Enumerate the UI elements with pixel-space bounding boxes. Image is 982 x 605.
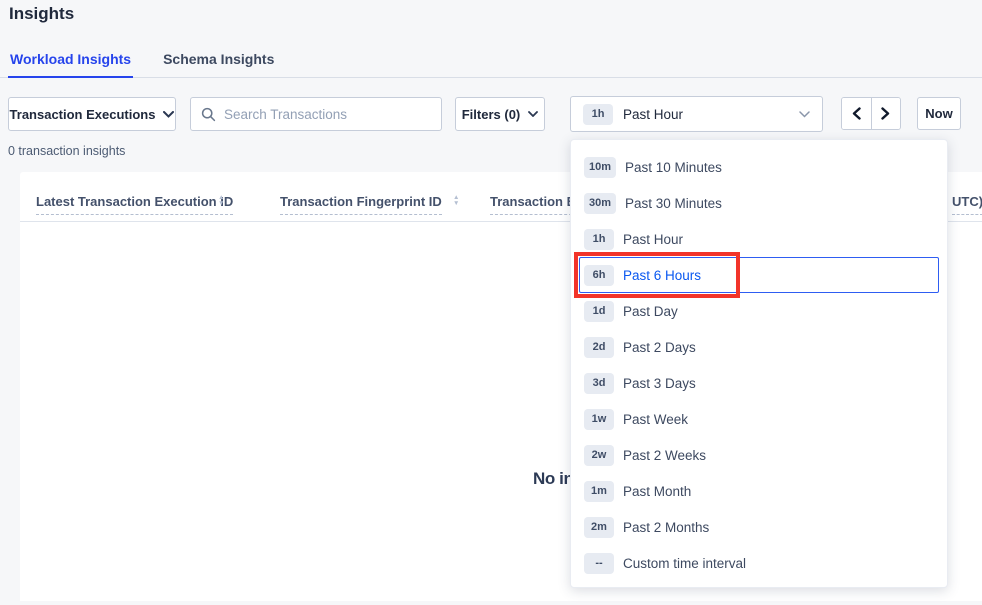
chevron-down-icon [799, 111, 810, 118]
search-icon [201, 107, 216, 122]
time-option-1m[interactable]: 1m Past Month [579, 473, 939, 509]
chevron-down-icon [528, 111, 538, 117]
insights-count: 0 transaction insights [8, 144, 125, 158]
time-badge: 3d [584, 373, 614, 394]
filters-label: Filters (0) [462, 107, 521, 122]
next-interval-button[interactable] [872, 98, 901, 129]
time-badge: 2m [584, 517, 614, 538]
time-badge: 6h [584, 265, 614, 286]
time-badge: 1w [584, 409, 614, 430]
time-badge: 1h [584, 229, 614, 250]
time-option-30m[interactable]: 30m Past 30 Minutes [579, 185, 939, 221]
time-interval-label: Past Hour [623, 107, 683, 122]
time-option-2w[interactable]: 2w Past 2 Weeks [579, 437, 939, 473]
time-option-1w[interactable]: 1w Past Week [579, 401, 939, 437]
sort-icon[interactable]: ▲▼ [453, 195, 459, 207]
tab-workload-insights[interactable]: Workload Insights [8, 45, 133, 78]
time-badge: 1d [584, 301, 614, 322]
column-header-transaction-execution[interactable]: Transaction Ex [490, 194, 582, 215]
time-option-custom[interactable]: -- Custom time interval [579, 545, 939, 581]
time-badge: 2w [584, 445, 614, 466]
time-badge: 30m [584, 193, 616, 214]
time-option-3d[interactable]: 3d Past 3 Days [579, 365, 939, 401]
time-option-1h[interactable]: 1h Past Hour [579, 221, 939, 257]
time-interval-dropdown: 10m Past 10 Minutes 30m Past 30 Minutes … [570, 139, 948, 588]
time-pager [841, 97, 901, 130]
chevron-down-icon [163, 111, 174, 118]
execution-type-select[interactable]: Transaction Executions [8, 97, 176, 131]
time-option-2m[interactable]: 2m Past 2 Months [579, 509, 939, 545]
time-interval-badge: 1h [583, 104, 613, 125]
time-option-2d[interactable]: 2d Past 2 Days [579, 329, 939, 365]
page-title: Insights [9, 4, 74, 24]
tab-bar: Workload Insights Schema Insights [0, 44, 982, 78]
time-badge: 2d [584, 337, 614, 358]
execution-type-label: Transaction Executions [10, 107, 156, 122]
sort-icon[interactable]: ▲▼ [218, 195, 224, 207]
time-option-6h[interactable]: 6h Past 6 Hours [579, 257, 939, 293]
time-badge: 10m [584, 157, 616, 178]
tab-schema-insights[interactable]: Schema Insights [161, 45, 276, 77]
search-box[interactable] [190, 97, 442, 131]
time-option-10m[interactable]: 10m Past 10 Minutes [579, 149, 939, 185]
column-header-latest-transaction-execution-id[interactable]: Latest Transaction Execution ID [36, 194, 233, 215]
previous-interval-button[interactable] [842, 98, 872, 129]
search-input[interactable] [224, 107, 431, 122]
time-badge: 1m [584, 481, 614, 502]
time-interval-select[interactable]: 1h Past Hour [570, 96, 823, 132]
column-header-transaction-fingerprint-id[interactable]: Transaction Fingerprint ID [280, 194, 442, 215]
time-badge: -- [584, 553, 614, 574]
column-header-utc[interactable]: UTC) [952, 194, 982, 215]
filters-button[interactable]: Filters (0) [455, 97, 545, 131]
now-button[interactable]: Now [917, 97, 961, 130]
time-option-1d[interactable]: 1d Past Day [579, 293, 939, 329]
